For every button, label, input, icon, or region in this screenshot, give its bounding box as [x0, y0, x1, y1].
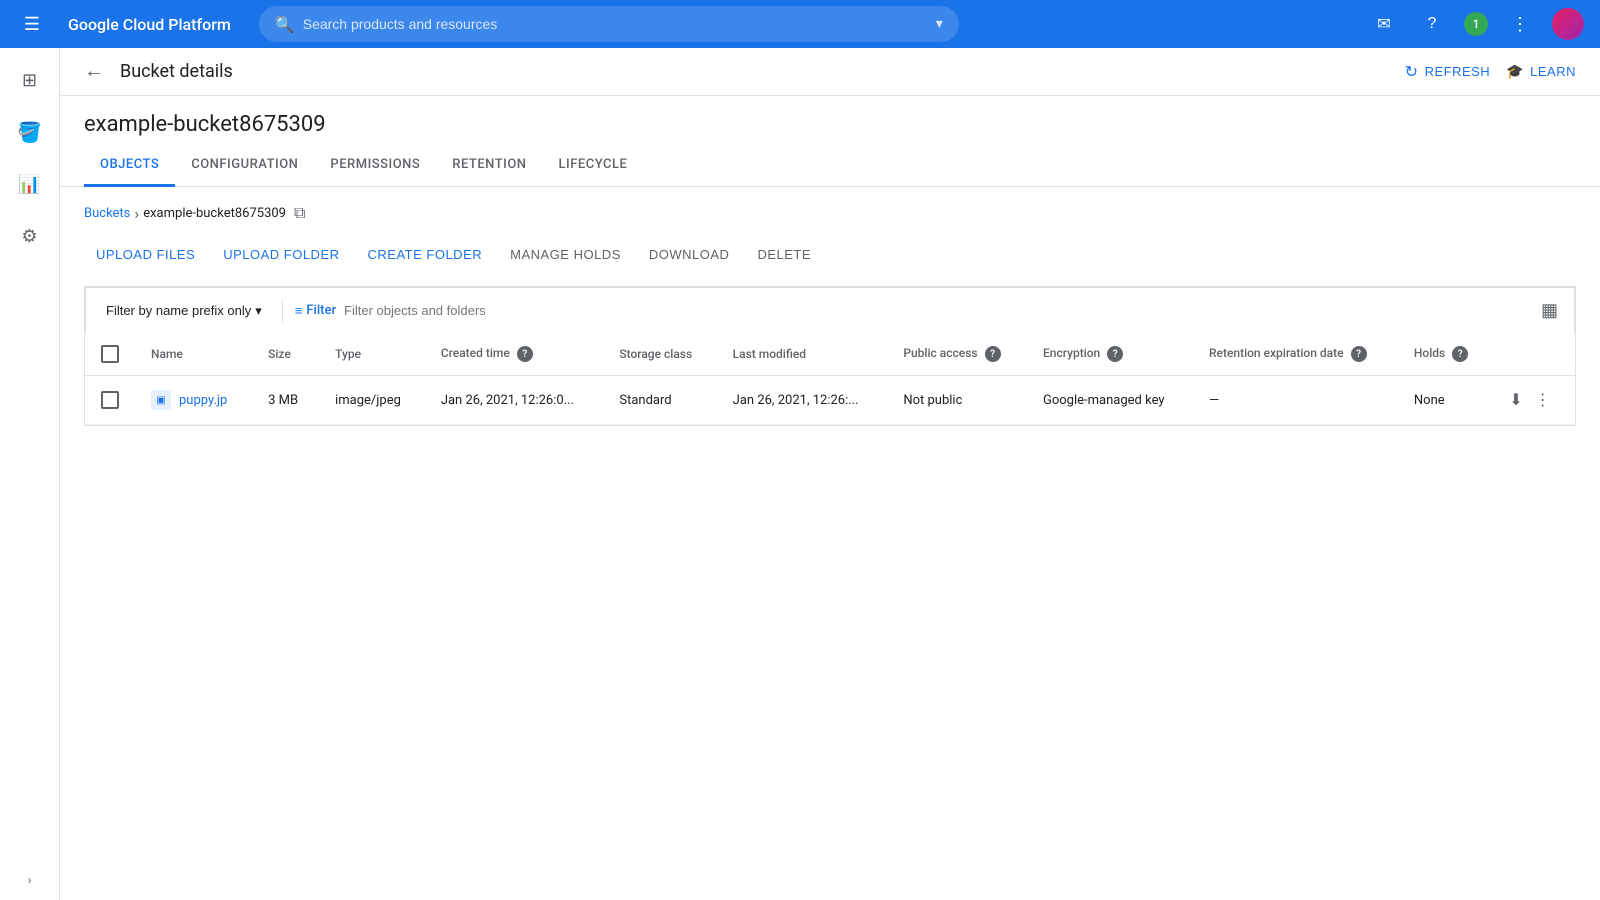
email-icon[interactable]: ✉: [1368, 8, 1400, 40]
main-content: ← Bucket details ↻ REFRESH 🎓 LEARN examp…: [60, 48, 1600, 900]
header-actions: ↻ REFRESH 🎓 LEARN: [1405, 62, 1576, 82]
help-icon[interactable]: ?: [1416, 8, 1448, 40]
row-action-buttons: ⬇ ⋮: [1507, 388, 1559, 412]
filter-input-group: ≡ Filter: [295, 303, 1525, 319]
copy-icon[interactable]: ⧉: [294, 203, 305, 223]
row-checkbox-cell: [85, 376, 135, 425]
filter-divider: [282, 299, 283, 323]
filter-dropdown-icon: ▾: [255, 303, 262, 319]
tabs: OBJECTS CONFIGURATION PERMISSIONS RETENT…: [60, 145, 1600, 187]
column-last-modified: Last modified: [717, 333, 888, 376]
bucket-name-section: example-bucket8675309: [60, 96, 1600, 137]
column-name: Name: [135, 333, 252, 376]
sidebar-icon-settings[interactable]: ⚙: [6, 212, 54, 260]
notification-badge[interactable]: 1: [1464, 12, 1488, 36]
search-input[interactable]: [303, 16, 928, 32]
sidebar: ⊞ 🪣 📊 ⚙ ›: [0, 48, 60, 900]
column-retention-expiration: Retention expiration date ?: [1193, 333, 1398, 376]
search-expand-icon: ▾: [936, 16, 943, 32]
row-size-cell: 3 MB: [252, 376, 319, 425]
public-access-help-icon[interactable]: ?: [985, 346, 1001, 362]
delete-button[interactable]: DELETE: [745, 239, 823, 270]
manage-holds-button[interactable]: MANAGE HOLDS: [498, 239, 633, 270]
top-nav-actions: ✉ ? 1 ⋮: [1368, 8, 1584, 40]
row-created-time-cell: Jan 26, 2021, 12:26:0...: [425, 376, 604, 425]
filter-bar: Filter by name prefix only ▾ ≡ Filter ▦: [85, 287, 1575, 333]
sidebar-icon-storage[interactable]: 🪣: [6, 108, 54, 156]
more-row-options-button[interactable]: ⋮: [1533, 388, 1553, 412]
search-icon: 🔍: [275, 15, 295, 34]
breadcrumb-parent[interactable]: Buckets: [84, 206, 130, 221]
encryption-help-icon[interactable]: ?: [1107, 346, 1123, 362]
filter-input[interactable]: [344, 303, 1525, 318]
more-options-icon[interactable]: ⋮: [1504, 8, 1536, 40]
tab-objects[interactable]: OBJECTS: [84, 145, 175, 187]
row-retention-cell: —: [1193, 376, 1398, 425]
filter-prefix-label: Filter by name prefix only: [106, 303, 251, 318]
column-type: Type: [319, 333, 425, 376]
column-public-access: Public access ?: [887, 333, 1027, 376]
row-holds-cell: None: [1398, 376, 1491, 425]
row-name-cell: ▣ puppy.jp: [135, 376, 252, 425]
sidebar-expand-icon[interactable]: ›: [6, 868, 54, 892]
learn-icon: 🎓: [1506, 63, 1524, 80]
search-bar: 🔍 ▾: [259, 6, 959, 42]
top-navigation: ☰ Google Cloud Platform 🔍 ▾ ✉ ? 1 ⋮: [0, 0, 1600, 48]
download-button[interactable]: DOWNLOAD: [637, 239, 742, 270]
tab-lifecycle[interactable]: LIFECYCLE: [543, 145, 644, 187]
column-storage-class: Storage class: [603, 333, 716, 376]
column-row-actions: [1491, 333, 1575, 376]
filter-label: ≡ Filter: [295, 303, 336, 319]
select-all-checkbox[interactable]: [101, 345, 119, 363]
page-header: ← Bucket details ↻ REFRESH 🎓 LEARN: [60, 48, 1600, 96]
sidebar-icon-grid[interactable]: ⊞: [6, 56, 54, 104]
learn-button[interactable]: 🎓 LEARN: [1506, 62, 1576, 82]
filter-icon: ≡: [295, 303, 303, 319]
column-size: Size: [252, 333, 319, 376]
back-button[interactable]: ←: [84, 60, 104, 83]
filter-prefix-button[interactable]: Filter by name prefix only ▾: [98, 299, 270, 323]
table-container: Filter by name prefix only ▾ ≡ Filter ▦: [84, 286, 1576, 426]
content-area: Buckets › example-bucket8675309 ⧉ UPLOAD…: [60, 187, 1600, 442]
row-checkbox[interactable]: [101, 391, 119, 409]
tab-configuration[interactable]: CONFIGURATION: [175, 145, 314, 187]
file-name-link[interactable]: ▣ puppy.jp: [151, 390, 236, 410]
menu-icon[interactable]: ☰: [16, 8, 48, 40]
column-encryption: Encryption ?: [1027, 333, 1193, 376]
avatar[interactable]: [1552, 8, 1584, 40]
row-actions-cell: ⬇ ⋮: [1491, 376, 1575, 425]
objects-table: Name Size Type Created time ?: [85, 333, 1575, 425]
column-created-time: Created time ?: [425, 333, 604, 376]
refresh-button[interactable]: ↻ REFRESH: [1405, 62, 1491, 82]
create-folder-button[interactable]: CREATE FOLDER: [356, 239, 495, 270]
row-last-modified-cell: Jan 26, 2021, 12:26:...: [717, 376, 888, 425]
action-bar: UPLOAD FILES UPLOAD FOLDER CREATE FOLDER…: [84, 239, 1576, 270]
tab-permissions[interactable]: PERMISSIONS: [314, 145, 436, 187]
sidebar-icon-analytics[interactable]: 📊: [6, 160, 54, 208]
upload-folder-button[interactable]: UPLOAD FOLDER: [211, 239, 351, 270]
row-public-access-cell: Not public: [887, 376, 1027, 425]
breadcrumb-current: example-bucket8675309: [143, 206, 286, 221]
breadcrumb-separator: ›: [134, 204, 139, 223]
breadcrumb: Buckets › example-bucket8675309 ⧉: [84, 203, 1576, 223]
column-checkbox: [85, 333, 135, 376]
tab-retention[interactable]: RETENTION: [436, 145, 542, 187]
upload-files-button[interactable]: UPLOAD FILES: [84, 239, 207, 270]
file-type-icon: ▣: [151, 390, 171, 410]
table-row: ▣ puppy.jp 3 MB image/jpeg Jan 26, 2021,…: [85, 376, 1575, 425]
page-title: Bucket details: [120, 61, 233, 82]
download-row-button[interactable]: ⬇: [1507, 388, 1524, 412]
row-storage-class-cell: Standard: [603, 376, 716, 425]
table-header-row: Name Size Type Created time ?: [85, 333, 1575, 376]
retention-help-icon[interactable]: ?: [1351, 346, 1367, 362]
app-title: Google Cloud Platform: [68, 15, 231, 34]
holds-help-icon[interactable]: ?: [1452, 346, 1468, 362]
created-time-help-icon[interactable]: ?: [517, 346, 533, 362]
density-icon[interactable]: ▦: [1537, 296, 1562, 325]
row-type-cell: image/jpeg: [319, 376, 425, 425]
column-holds: Holds ?: [1398, 333, 1491, 376]
refresh-icon: ↻: [1405, 62, 1419, 82]
row-encryption-cell: Google-managed key: [1027, 376, 1193, 425]
bucket-name: example-bucket8675309: [84, 112, 1576, 137]
